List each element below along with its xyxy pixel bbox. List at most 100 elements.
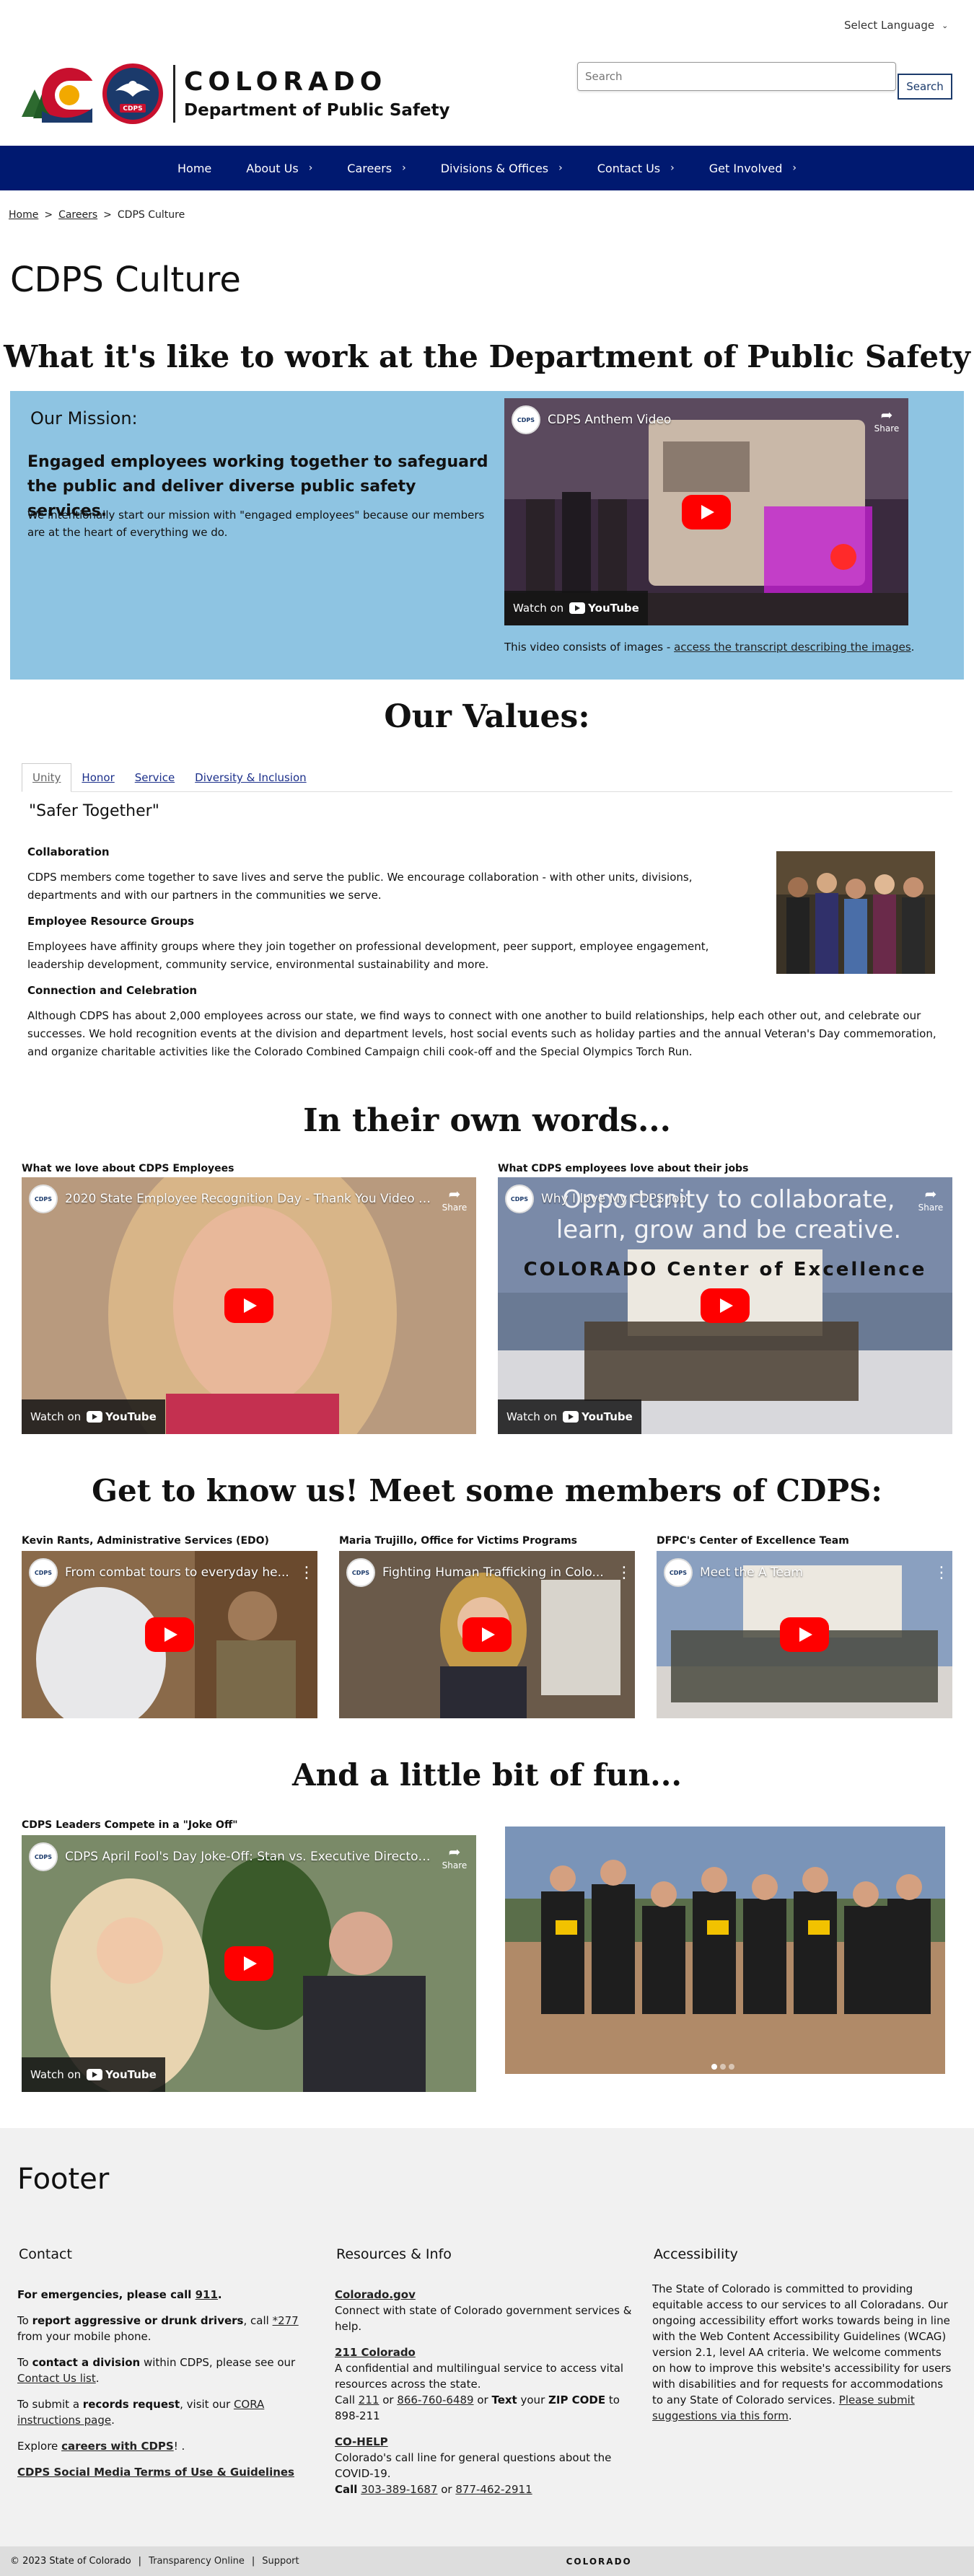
channel-avatar[interactable]: CDPS — [29, 1184, 58, 1213]
share-icon: ➦ — [924, 1185, 937, 1203]
recognition-video-player[interactable]: CDPS 2020 State Employee Recognition Day… — [22, 1177, 476, 1434]
breadcrumb-home[interactable]: Home — [9, 209, 38, 221]
share-button[interactable]: ➦ Share — [440, 1185, 469, 1213]
emergency-link[interactable]: 911 — [196, 2288, 218, 2301]
video-title[interactable]: Meet the A Team — [700, 1565, 926, 1580]
mission-body: We intentionally start our mission with … — [27, 509, 485, 539]
joke-off-video-player[interactable]: CDPS CDPS April Fool's Day Joke-Off: Sta… — [22, 1835, 476, 2092]
youtube-label: YouTube — [582, 1410, 633, 1423]
nav-item-contact-us[interactable]: Contact Us › — [597, 162, 675, 175]
share-button[interactable]: ➦ Share — [440, 1843, 469, 1871]
mission-label: Our Mission: — [30, 408, 138, 428]
video-title[interactable]: CDPS April Fool's Day Joke-Off: Stan vs.… — [65, 1850, 433, 1864]
play-button[interactable] — [462, 1617, 512, 1652]
play-button[interactable] — [224, 1946, 273, 1981]
phone-211-alt-link[interactable]: 866-760-6489 — [397, 2393, 473, 2406]
co-help-link[interactable]: CO-HELP — [335, 2435, 388, 2448]
contact-text: To submit a — [17, 2398, 83, 2411]
channel-avatar[interactable]: CDPS — [664, 1558, 693, 1587]
video-title[interactable]: 2020 State Employee Recognition Day - Th… — [65, 1192, 433, 1206]
channel-avatar[interactable]: CDPS — [512, 405, 540, 434]
co-help-phone-alt-link[interactable]: 877-462-2911 — [455, 2483, 532, 2496]
member-label: Maria Trujillo, Office for Victims Progr… — [339, 1535, 578, 1547]
video-title[interactable]: From combat tours to everyday he... — [65, 1565, 291, 1580]
nav-item-label: Contact Us — [597, 161, 661, 175]
value-section-text: Employees have affinity groups where the… — [27, 940, 709, 971]
right-video-label: What CDPS employees love about their job… — [498, 1163, 749, 1174]
channel-avatar[interactable]: CDPS — [505, 1184, 534, 1213]
nav-item-about-us[interactable]: About Us › — [246, 162, 312, 175]
softball-team-photo[interactable] — [505, 1827, 945, 2074]
more-options-icon[interactable]: ⋮ — [299, 1564, 315, 1582]
drunk-driver-link[interactable]: *277 — [273, 2314, 299, 2327]
member-video-player[interactable]: CDPS From combat tours to everyday he...… — [22, 1551, 317, 1718]
play-button[interactable] — [224, 1288, 273, 1323]
tab-unity[interactable]: Unity — [22, 763, 72, 792]
resource-text: or — [379, 2393, 398, 2406]
channel-avatar[interactable]: CDPS — [29, 1842, 58, 1871]
nav-item-divisions-offices[interactable]: Divisions & Offices › — [441, 162, 563, 175]
member-video-player[interactable]: CDPS Meet the A Team ⋮ — [657, 1551, 952, 1718]
play-button[interactable] — [701, 1288, 750, 1323]
footer-resources: Colorado.gov Connect with state of Colora… — [335, 2287, 638, 2507]
video-caption: This video consists of images - access t… — [504, 641, 914, 654]
watch-on-youtube[interactable]: Watch on YouTube — [504, 591, 648, 625]
transcript-link[interactable]: access the transcript describing the ima… — [674, 641, 911, 654]
colorado-gov-link[interactable]: Colorado.gov — [335, 2288, 416, 2301]
contact-bold: report aggressive or drunk drivers — [32, 2314, 244, 2327]
nav-item-home[interactable]: Home — [177, 162, 211, 175]
copyright-text: © 2023 State of Colorado — [10, 2556, 131, 2567]
transparency-link[interactable]: Transparency Online — [149, 2556, 245, 2567]
play-button[interactable] — [145, 1617, 194, 1652]
colorado-211-link[interactable]: 211 Colorado — [335, 2346, 416, 2359]
own-words-heading: In their own words... — [303, 1102, 671, 1139]
nav-item-get-involved[interactable]: Get Involved › — [709, 162, 797, 175]
chevron-down-icon: ⌄ — [942, 20, 949, 30]
member-video-player[interactable]: CDPS Fighting Human Trafficking in Colo.… — [339, 1551, 635, 1718]
social-media-terms-link[interactable]: CDPS Social Media Terms of Use & Guideli… — [17, 2466, 294, 2479]
tab-service[interactable]: Service — [125, 764, 185, 791]
careers-link[interactable]: careers with CDPS — [61, 2440, 174, 2453]
youtube-logo-icon: YouTube — [563, 1410, 633, 1423]
watch-on-youtube[interactable]: Watch on YouTube — [22, 1399, 165, 1434]
value-section-title: Employee Resource Groups — [27, 915, 195, 928]
video-title[interactable]: Fighting Human Trafficking in Colo... — [382, 1565, 609, 1580]
tab-honor[interactable]: Honor — [71, 764, 124, 791]
logo-line2: Department of Public Safety — [184, 101, 450, 120]
co-help-phone-link[interactable]: 303-389-1687 — [361, 2483, 437, 2496]
language-selector[interactable]: Select Language ⌄ — [844, 19, 948, 32]
search-input[interactable] — [577, 62, 896, 91]
anthem-video-player[interactable]: CDPS CDPS Anthem Video ➦ Share Watch on Y… — [504, 398, 908, 625]
video-title[interactable]: CDPS Anthem Video — [548, 413, 865, 427]
play-button[interactable] — [780, 1617, 829, 1652]
contact-us-link[interactable]: Contact Us list — [17, 2372, 96, 2385]
video-title[interactable]: Why I love My CDPS Job — [541, 1192, 909, 1206]
watch-on-youtube[interactable]: Watch on YouTube — [498, 1399, 641, 1434]
share-button[interactable]: ➦ Share — [916, 1185, 945, 1213]
youtube-label: YouTube — [588, 602, 639, 615]
share-button[interactable]: ➦ Share — [872, 406, 901, 434]
love-job-video-player[interactable]: COLORADO Center of Excellence Opportunit… — [498, 1177, 952, 1434]
phone-211-link[interactable]: 211 — [359, 2393, 379, 2406]
support-link[interactable]: Support — [262, 2556, 299, 2567]
more-options-icon[interactable]: ⋮ — [934, 1564, 949, 1582]
chevron-right-icon: › — [402, 162, 406, 174]
resource-bold: Text — [491, 2393, 517, 2406]
breadcrumb-careers[interactable]: Careers — [58, 209, 97, 221]
share-label: Share — [442, 1203, 468, 1213]
mission-panel: Our Mission: Engaged employees working t… — [10, 391, 964, 680]
accessibility-text: . — [788, 2409, 792, 2422]
resource-text: or — [473, 2393, 492, 2406]
play-button[interactable] — [682, 494, 731, 529]
channel-avatar[interactable]: CDPS — [346, 1558, 375, 1587]
nav-item-label: Home — [177, 161, 212, 175]
watch-on-youtube[interactable]: Watch on YouTube — [22, 2057, 165, 2092]
search-button[interactable]: Search — [898, 74, 952, 100]
channel-avatar[interactable]: CDPS — [29, 1558, 58, 1587]
nav-item-careers[interactable]: Careers › — [347, 162, 405, 175]
tab-diversity-inclusion[interactable]: Diversity & Inclusion — [185, 764, 316, 791]
footer-colorado-logo: COLORADO — [566, 2556, 632, 2567]
site-logo[interactable]: CDPS COLORADO Department of Public Safet… — [20, 61, 450, 127]
share-label: Share — [918, 1203, 944, 1213]
more-options-icon[interactable]: ⋮ — [616, 1564, 632, 1582]
